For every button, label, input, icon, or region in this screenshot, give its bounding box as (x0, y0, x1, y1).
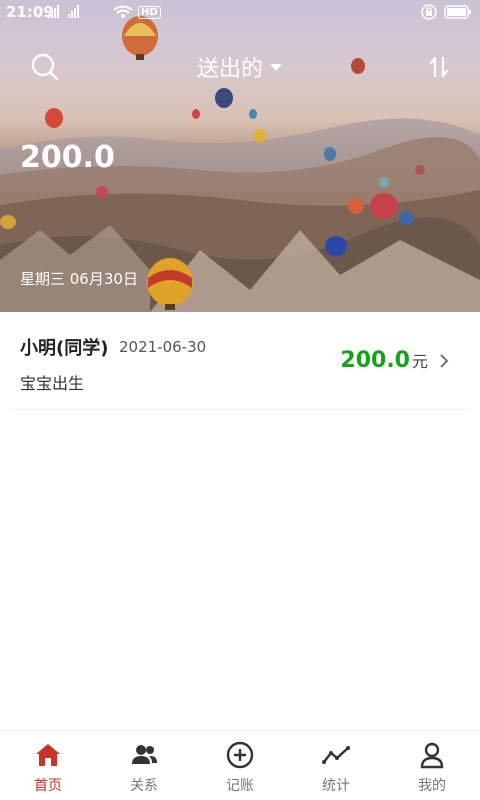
chevron-right-icon (440, 354, 449, 368)
record-note: 宝宝出生 (20, 374, 85, 393)
nav-item-stats[interactable]: 统计 (288, 731, 384, 800)
status-time: 21:09 (6, 3, 54, 21)
wifi-icon (113, 5, 133, 18)
status-icons-left: HD (48, 4, 161, 20)
sort-arrows-icon (429, 56, 449, 78)
trend-line-icon (322, 746, 350, 764)
record-date: 2021-06-30 (119, 338, 207, 356)
sort-button[interactable] (426, 54, 452, 80)
hd-badge: HD (138, 5, 161, 19)
title-dropdown[interactable]: 送出的 (0, 52, 480, 82)
list-item[interactable]: 小明(同学) 2021-06-30 宝宝出生 200.0 元 (12, 312, 468, 410)
home-icon (36, 744, 60, 766)
user-icon (420, 742, 444, 769)
record-amount-value: 200.0 (340, 348, 410, 373)
nav-item-relations[interactable]: 关系 (96, 731, 192, 800)
people-icon (132, 745, 157, 764)
record-amount: 200.0 元 (340, 348, 428, 373)
bottom-nav: 首页 关系 记账 统计 我的 (0, 730, 480, 800)
nav-item-home[interactable]: 首页 (0, 731, 96, 800)
caret-down-icon (270, 64, 282, 71)
record-amount-unit: 元 (411, 352, 428, 371)
nav-label-record: 记账 (226, 778, 254, 794)
signal-icon (48, 5, 79, 18)
nav-label-profile: 我的 (418, 778, 446, 794)
lock-rotation-icon (421, 4, 437, 20)
nav-item-profile[interactable]: 我的 (384, 731, 480, 800)
summary-date: 星期三 06月30日 (20, 270, 138, 288)
nav-label-stats: 统计 (322, 778, 350, 794)
total-amount: 200.0 (20, 140, 115, 175)
record-name: 小明(同学) (20, 338, 109, 359)
battery-icon (444, 5, 471, 19)
nav-label-home: 首页 (34, 778, 62, 794)
nav-label-relations: 关系 (130, 778, 158, 794)
hero-banner: 21:09 HD 送出的 200.0 星期三 06月30日 (0, 0, 480, 312)
page-title: 送出的 (196, 57, 263, 82)
status-bar: 21:09 HD (0, 0, 480, 26)
nav-item-record[interactable]: 记账 (192, 731, 288, 800)
add-circle-icon (226, 741, 254, 769)
status-icons-right (420, 3, 472, 21)
